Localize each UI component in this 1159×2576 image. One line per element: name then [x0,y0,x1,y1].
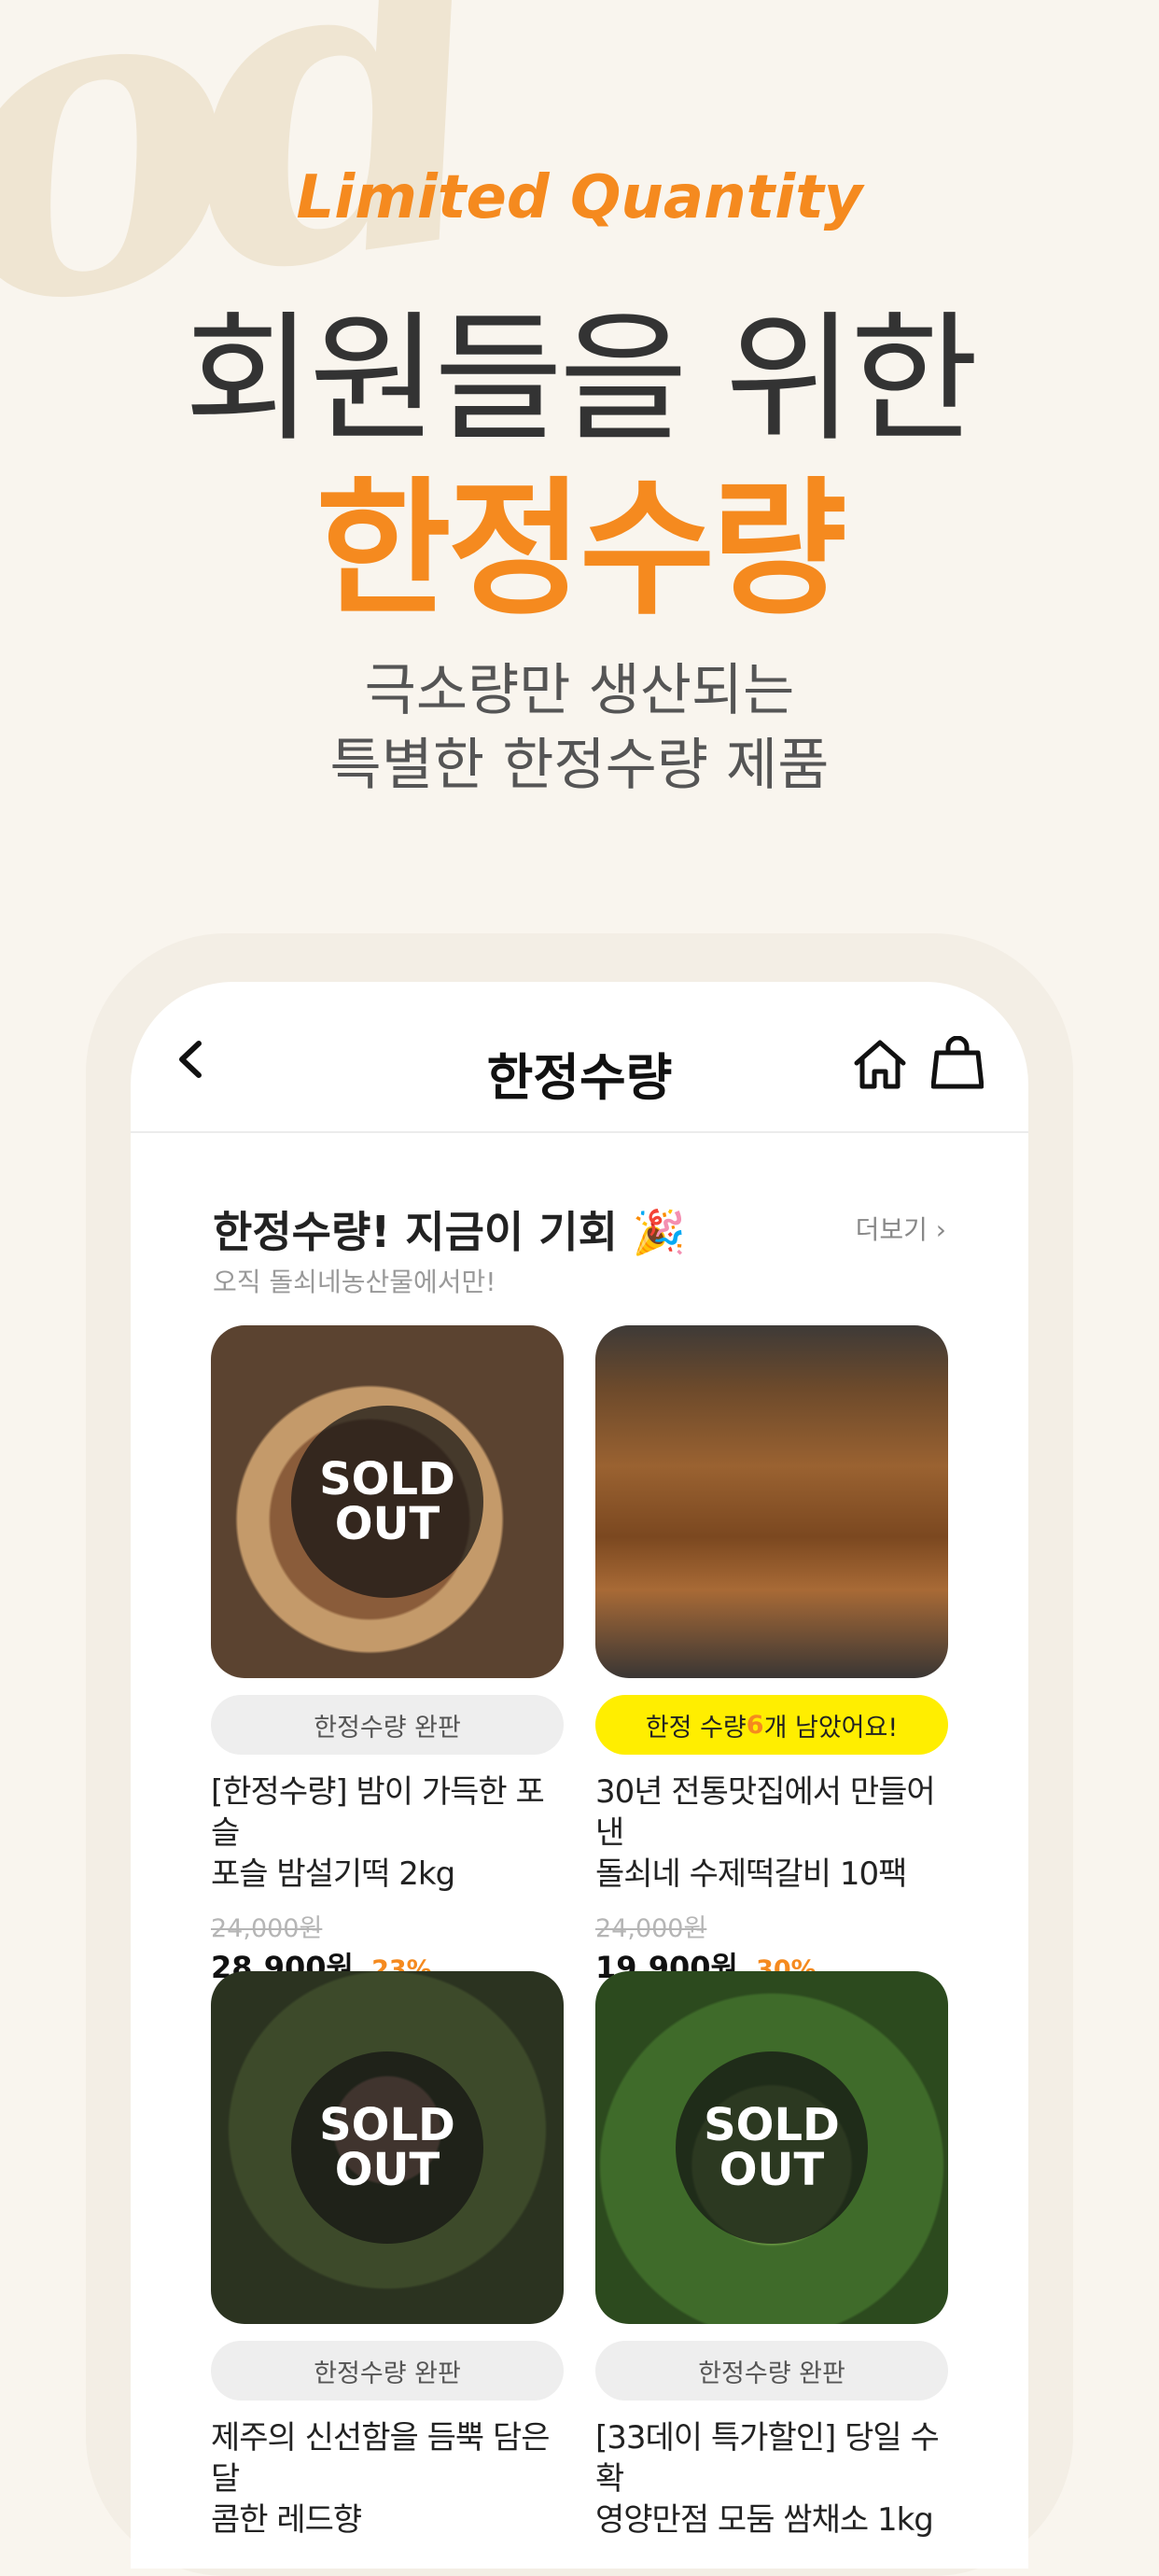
hero-description: 극소량만 생산되는 특별한 한정수량 제품 [0,653,1159,803]
sold-out-line1: SOLD [319,1453,455,1505]
product-name-line1: 30년 전통맛집에서 만들어낸 [595,1773,936,1852]
product-name-line1: [33데이 특가할인] 당일 수확 [595,2419,940,2498]
section-title-text: 한정수량! 지금이 기회 [213,1207,618,1257]
product-name: 제주의 신선함을 듬뿍 담은 달 콤한 레드향 [211,2417,564,2541]
product-image: SOLD OUT [211,1971,564,2324]
product-name-line2: 포슬 밤설기떡 2kg [211,1855,455,1893]
cart-button[interactable] [930,1035,984,1090]
product-card[interactable]: SOLD OUT 한정수량 완판 [33데이 특가할인] 당일 수확 영양만점 … [595,1971,948,2541]
product-card[interactable]: SOLD OUT 한정수량 완판 제주의 신선함을 듬뿍 담은 달 콤한 레드향 [211,1971,564,2541]
sold-out-line1: SOLD [319,2099,455,2151]
product-image: SOLD OUT [211,1325,564,1678]
more-link-label: 더보기 [855,1214,928,1245]
product-name-line1: [한정수량] 밤이 가득한 포슬 [211,1773,545,1852]
product-card[interactable]: SOLD OUT 한정수량 완판 [한정수량] 밤이 가득한 포슬 포슬 밤설기… [211,1325,564,1987]
home-icon [854,1040,906,1089]
more-link[interactable]: 더보기 › [856,1210,946,1247]
status-prefix: 한정 수량 [645,1713,747,1743]
status-badge: 한정수량 완판 [595,2341,948,2401]
hero-description-line2: 특별한 한정수량 제품 [329,733,830,798]
hero-eyebrow: Limited Quantity [296,163,863,232]
status-suffix: 개 남았어요! [763,1713,899,1743]
sold-out-badge: SOLD OUT [676,2051,868,2244]
remaining-stock-badge: 한정 수량 6 개 남았어요! [595,1695,948,1755]
original-price: 24,000원 [211,1914,323,1943]
navbar: 한정수량 [131,982,1028,1133]
section-subtitle: 오직 돌쇠네농산물에서만! [213,1267,496,1297]
phone-screen: 한정수량 한정수량! 지금이 기회 🎉 오직 돌쇠네농산물에서만! 더보기 › … [131,982,1028,2569]
original-price: 24,000원 [595,1914,707,1943]
remaining-count: 6 [746,1710,764,1740]
product-name: [한정수량] 밤이 가득한 포슬 포슬 밤설기떡 2kg [211,1771,564,1895]
home-button[interactable] [851,1038,909,1090]
sold-out-badge: SOLD OUT [291,1406,483,1598]
product-image: SOLD OUT [595,1971,948,2324]
chevron-right-icon: › [935,1214,946,1245]
product-name-line2: 영양만점 모둠 쌈채소 1kg [595,2501,934,2539]
hero-title-line2: 한정수량 [315,464,846,636]
party-popper-icon: 🎉 [632,1207,687,1257]
status-badge: 한정수량 완판 [211,1695,564,1755]
status-badge: 한정수량 완판 [211,2341,564,2401]
product-name-line2: 콤한 레드향 [211,2501,362,2539]
section-title: 한정수량! 지금이 기회 🎉 [213,1198,686,1260]
hero-description-line1: 극소량만 생산되는 [364,658,795,723]
sold-out-badge: SOLD OUT [291,2051,483,2244]
shopping-bag-icon [930,1035,984,1089]
sold-out-line1: SOLD [704,2099,840,2151]
product-name: [33데이 특가할인] 당일 수확 영양만점 모둠 쌈채소 1kg [595,2417,948,2541]
sold-out-line2: OUT [719,2144,825,2196]
product-name-line2: 돌쇠네 수제떡갈비 10팩 [595,1855,907,1893]
sold-out-line2: OUT [334,1498,440,1550]
product-name-line1: 제주의 신선함을 듬뿍 담은 달 [211,2419,551,2498]
product-image [595,1325,948,1678]
sold-out-line2: OUT [334,2144,440,2196]
product-name: 30년 전통맛집에서 만들어낸 돌쇠네 수제떡갈비 10팩 [595,1771,948,1895]
product-card[interactable]: 한정 수량 6 개 남았어요! 30년 전통맛집에서 만들어낸 돌쇠네 수제떡갈… [595,1325,948,1987]
